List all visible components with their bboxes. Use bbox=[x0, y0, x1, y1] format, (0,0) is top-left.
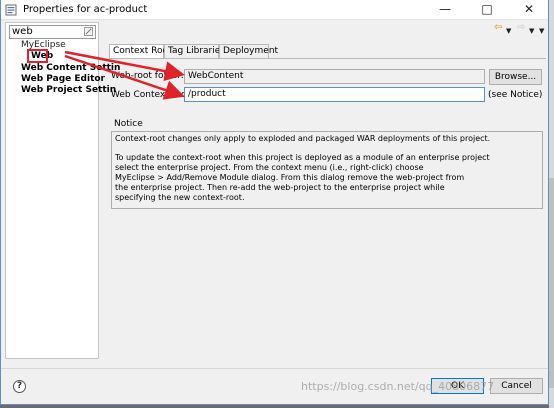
web-root-label: Web-root folder: bbox=[111, 71, 184, 81]
watermark: https://blog.csdn.net/qq_40806877 bbox=[301, 380, 495, 393]
back-arrow-icon[interactable]: ⇦ bbox=[494, 22, 502, 34]
forward-dropdown-icon[interactable]: ▼ bbox=[529, 25, 534, 37]
window-title: Properties for ac-product bbox=[23, 4, 148, 15]
filter-value: web bbox=[12, 26, 33, 37]
notice-heading: Notice bbox=[114, 119, 143, 129]
help-icon[interactable]: ? bbox=[13, 380, 26, 393]
minimize-button[interactable]: — bbox=[424, 0, 466, 20]
properties-dialog: Properties for ac-product — □ ✕ web MyEc… bbox=[0, 0, 549, 405]
footer-divider bbox=[1, 368, 548, 369]
title-bar: Properties for ac-product — □ ✕ bbox=[1, 0, 548, 20]
view-menu-icon[interactable]: ▼ bbox=[539, 25, 544, 37]
tree-item-web-page-editor[interactable]: Web Page Editor bbox=[21, 74, 105, 85]
properties-icon bbox=[5, 4, 17, 16]
background-scrollbar-thumb[interactable] bbox=[549, 178, 554, 388]
notice-line-1: Context-root changes only apply to explo… bbox=[115, 134, 491, 143]
cancel-button[interactable]: Cancel bbox=[490, 378, 543, 394]
tree-item-web-content-settings[interactable]: Web Content Settin bbox=[21, 63, 120, 74]
tab-deployment[interactable]: Deployment bbox=[219, 44, 278, 58]
maximize-button[interactable]: □ bbox=[466, 0, 508, 20]
tab-tag-libraries[interactable]: Tag Libraries bbox=[164, 44, 225, 58]
forward-arrow-icon[interactable]: ⇨ bbox=[517, 22, 525, 34]
clear-filter-icon[interactable] bbox=[84, 27, 93, 39]
filter-input[interactable]: web bbox=[9, 25, 96, 39]
notice-paragraph-2: To update the context-root when this pro… bbox=[115, 153, 490, 202]
tree-item-web-project-settings[interactable]: Web Project Settin bbox=[21, 85, 116, 96]
tab-context-root[interactable]: Context Root bbox=[109, 44, 172, 58]
notice-box: Context-root changes only apply to explo… bbox=[111, 131, 543, 209]
web-root-field[interactable]: WebContent bbox=[184, 69, 485, 84]
back-dropdown-icon[interactable]: ▼ bbox=[506, 25, 511, 37]
see-notice-text: (see Notice) bbox=[488, 90, 543, 100]
web-highlight-box bbox=[27, 49, 48, 63]
close-button[interactable]: ✕ bbox=[508, 0, 550, 20]
context-root-label: Web Context-root: bbox=[111, 90, 194, 100]
browse-button[interactable]: Browse... bbox=[489, 69, 542, 85]
preference-tree-panel: web MyEclipse Web Web Content Settin Web… bbox=[5, 22, 120, 359]
context-root-field[interactable]: /product bbox=[184, 87, 485, 102]
